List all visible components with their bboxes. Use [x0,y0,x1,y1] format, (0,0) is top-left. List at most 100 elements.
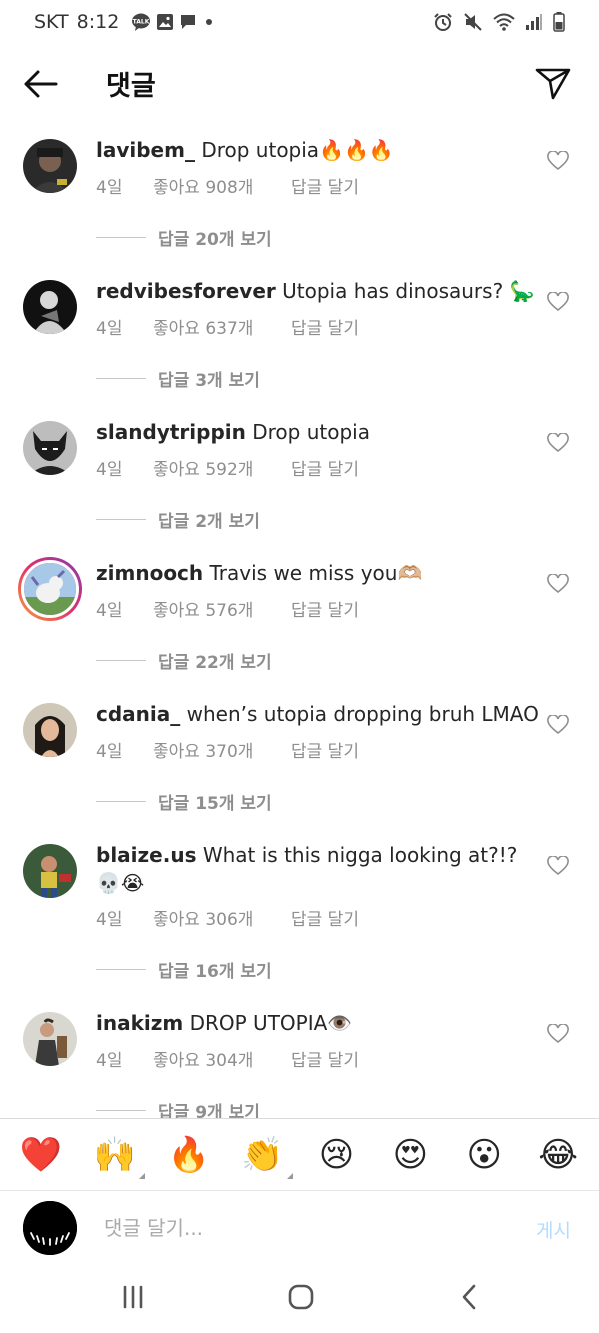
notification-dot-icon [206,19,213,25]
kakaotalk-icon: TALK [132,13,151,31]
comment-body: cdania_ when’s utopia dropping bruh LMAO [96,700,541,728]
heart-outline-icon [547,150,569,171]
avatar[interactable] [23,139,77,193]
like-button[interactable] [547,714,569,735]
comment-likes[interactable]: 좋아요 592개 [153,455,291,480]
reply-button[interactable]: 답글 달기 [291,173,359,198]
comment-text: Travis we miss you🫶🏼 [209,561,423,585]
comment-composer: 게시 [0,1190,599,1262]
comment-likes[interactable]: 좋아요 576개 [153,596,291,621]
comment-item: cdania_ when’s utopia dropping bruh LMAO… [0,682,599,823]
back-button[interactable] [22,68,58,100]
like-button[interactable] [547,855,569,876]
view-replies-button[interactable]: 답글 16개 보기 [96,957,272,982]
like-button[interactable] [547,291,569,312]
replies-divider [96,660,146,661]
system-back-button[interactable] [455,1282,485,1316]
replies-divider [96,1110,146,1111]
comment-text: DROP UTOPIA👁️ [189,1011,353,1035]
battery-icon [553,12,565,32]
post-button[interactable]: 게시 [536,1216,571,1243]
like-button[interactable] [547,150,569,171]
reply-button[interactable]: 답글 달기 [291,905,359,930]
comment-username[interactable]: zimnooch [96,561,203,585]
reply-button[interactable]: 답글 달기 [291,737,359,762]
reply-button[interactable]: 답글 달기 [291,455,359,480]
recent-apps-icon [123,1285,143,1309]
like-button[interactable] [547,432,569,453]
comment-time: 4일 [96,460,123,480]
comment-likes[interactable]: 좋아요 306개 [153,905,291,930]
view-replies-label: 답글 15개 보기 [158,794,272,814]
comment-username[interactable]: inakizm [96,1011,183,1035]
avatar[interactable] [23,421,77,475]
avatar[interactable] [23,844,77,898]
comment-meta: 4일 좋아요 304개 답글 달기 [96,1046,359,1071]
home-button[interactable] [286,1282,316,1316]
comment-username[interactable]: redvibesforever [96,279,276,303]
view-replies-label: 답글 20개 보기 [158,230,272,250]
emoji-fire-button[interactable]: 🔥 [167,1133,211,1177]
view-replies-button[interactable]: 답글 15개 보기 [96,789,272,814]
replies-divider [96,378,146,379]
comment-username[interactable]: lavibem_ [96,138,195,162]
view-replies-button[interactable]: 답글 20개 보기 [96,225,272,250]
comment-item: blaize.us What is this nigga looking at?… [0,823,599,991]
emoji-heart-button[interactable]: ❤️ [19,1133,63,1177]
comment-meta: 4일 좋아요 592개 답글 달기 [96,455,359,480]
comment-input[interactable] [104,1211,504,1245]
comment-likes[interactable]: 좋아요 637개 [153,314,291,339]
comment-item: redvibesforever Utopia has dinosaurs? 🦕 … [0,259,599,400]
avatar[interactable] [23,280,77,334]
comment-likes[interactable]: 좋아요 304개 [153,1046,291,1071]
emoji-heart-eyes-button[interactable]: 😍 [388,1133,432,1177]
comment-item: zimnooch Travis we miss you🫶🏼 4일 좋아요 576… [0,541,599,682]
reply-button[interactable]: 답글 달기 [291,1046,359,1071]
comment-likes[interactable]: 좋아요 908개 [153,173,291,198]
view-replies-label: 답글 22개 보기 [158,653,272,673]
comment-username[interactable]: blaize.us [96,843,196,867]
skin-tone-indicator [138,1172,145,1179]
avatar-story-ring[interactable] [18,557,82,621]
comment-meta: 4일 좋아요 637개 답글 달기 [96,314,359,339]
view-replies-label: 답글 16개 보기 [158,962,272,982]
view-replies-button[interactable]: 답글 2개 보기 [96,507,260,532]
comments-list[interactable]: lavibem_ Drop utopia🔥🔥🔥 4일 좋아요 908개 답글 달… [0,118,599,1118]
emoji-raised-hands-button[interactable]: 🙌 [93,1133,145,1179]
view-replies-button[interactable]: 답글 22개 보기 [96,648,272,673]
comment-body: zimnooch Travis we miss you🫶🏼 [96,559,541,587]
view-replies-button[interactable]: 답글 9개 보기 [96,1098,260,1118]
comment-meta: 4일 좋아요 576개 답글 달기 [96,596,359,621]
comment-time: 4일 [96,742,123,762]
view-replies-button[interactable]: 답글 3개 보기 [96,366,260,391]
avatar[interactable] [23,703,77,757]
skin-tone-indicator [286,1172,293,1179]
reply-button[interactable]: 답글 달기 [291,596,359,621]
comment-username[interactable]: cdania_ [96,702,180,726]
comment-likes[interactable]: 좋아요 370개 [153,737,291,762]
header: 댓글 [0,54,599,114]
heart-outline-icon [547,1023,569,1044]
emoji-clap-button[interactable]: 👏 [241,1133,293,1179]
recent-apps-button[interactable] [118,1282,148,1316]
comment-text: Drop utopia [252,420,370,444]
my-avatar[interactable] [23,1201,77,1255]
emoji-crying-button[interactable]: 😢 [314,1133,358,1177]
comment-body: slandytrippin Drop utopia [96,418,541,446]
comment-body: lavibem_ Drop utopia🔥🔥🔥 [96,136,541,164]
like-button[interactable] [547,573,569,594]
view-replies-label: 답글 3개 보기 [158,371,260,391]
reply-button[interactable]: 답글 달기 [291,314,359,339]
emoji-surprised-button[interactable]: 😮 [462,1133,506,1177]
send-paper-plane-icon [535,68,571,100]
clock: 8:12 [76,11,120,33]
share-button[interactable] [535,66,571,100]
heart-outline-icon [547,714,569,735]
comment-time: 4일 [96,178,123,198]
like-button[interactable] [547,1023,569,1044]
comment-meta: 4일 좋아요 370개 답글 달기 [96,737,359,762]
emoji-laughing-button[interactable]: 😂 [536,1133,580,1177]
avatar[interactable] [23,1012,77,1066]
replies-divider [96,237,146,238]
comment-username[interactable]: slandytrippin [96,420,246,444]
